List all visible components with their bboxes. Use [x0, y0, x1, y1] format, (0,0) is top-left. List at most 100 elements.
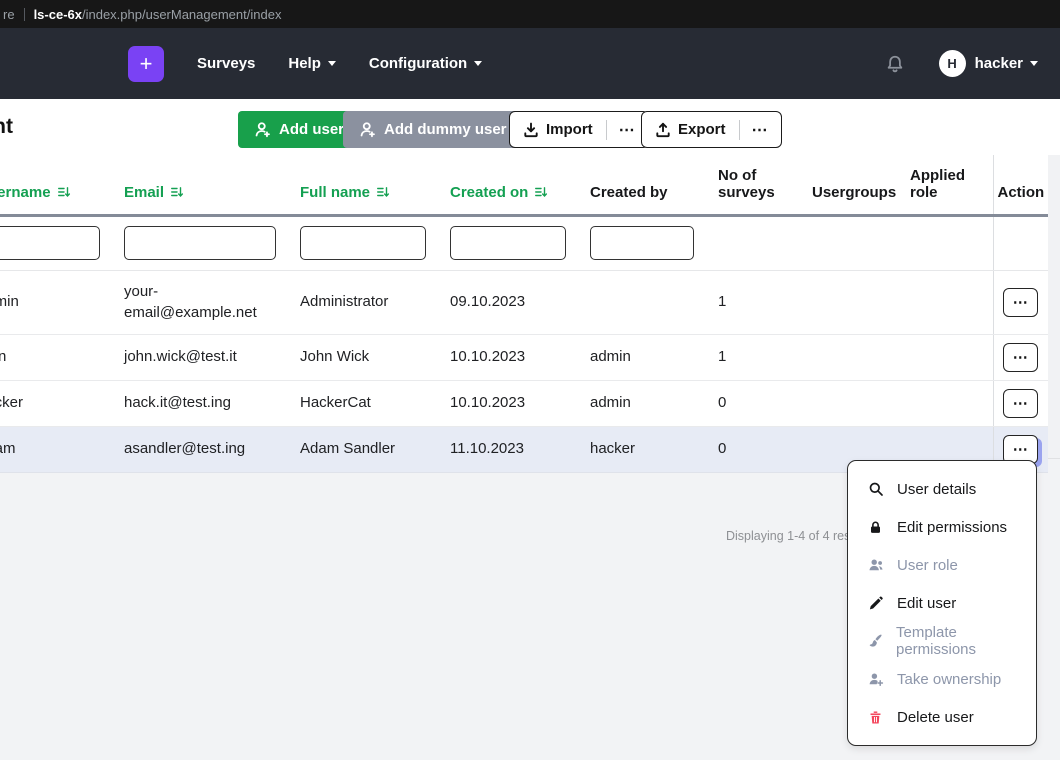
cell-usergroups [800, 270, 898, 335]
cell-email: your-email@example.net [112, 270, 288, 335]
cell-created-by: admin [578, 380, 706, 427]
cell-applied-role [898, 380, 993, 427]
user-menu[interactable]: hacker [975, 55, 1038, 72]
table-row[interactable]: admin your-email@example.net Administrat… [0, 270, 1048, 335]
cell-full-name: Adam Sandler [288, 426, 438, 473]
chevron-down-icon [474, 61, 483, 66]
import-button[interactable]: Import [510, 112, 606, 147]
cell-username: adam [0, 426, 112, 473]
filter-full-name-input[interactable] [300, 226, 426, 260]
cell-username: hacker [0, 380, 112, 427]
add-dummy-user-button[interactable]: Add dummy user [343, 111, 523, 148]
cell-full-name: John Wick [288, 334, 438, 381]
cell-usergroups [800, 334, 898, 381]
cell-applied-role [898, 270, 993, 335]
notifications-bell-icon[interactable] [885, 54, 905, 74]
titlebar-path: /index.php/userManagement/index [81, 6, 282, 22]
upload-icon [656, 122, 670, 137]
cell-username: admin [0, 270, 112, 335]
column-header-surveys: No of surveys [706, 155, 800, 217]
chevron-down-icon [327, 61, 336, 66]
table-filter-row [0, 215, 1048, 271]
column-header-username[interactable]: Username [0, 155, 112, 217]
main-navbar: + Surveys Help Configuration H hacker [0, 28, 1060, 99]
cell-created-on: 09.10.2023 [438, 270, 578, 335]
search-icon [867, 481, 884, 497]
create-survey-button[interactable]: + [128, 45, 164, 82]
menu-item-edit-permissions[interactable]: Edit permissions [848, 508, 1036, 546]
page-title: User management [0, 115, 13, 138]
nav-surveys[interactable]: Surveys [197, 55, 255, 72]
brush-icon [867, 633, 883, 649]
row-actions-button[interactable]: ⋯ [1003, 288, 1039, 317]
cell-created-on: 10.10.2023 [438, 334, 578, 381]
row-actions-button[interactable]: ⋯ [1003, 343, 1039, 372]
column-header-applied-role: Applied role [898, 155, 993, 217]
person-add-icon [360, 122, 375, 138]
users-table: Username Email Full name Created on Crea… [0, 155, 1048, 473]
column-header-created-by: Created by [578, 155, 706, 217]
filter-email-input[interactable] [124, 226, 276, 260]
filter-username-input[interactable] [0, 226, 100, 260]
menu-item-edit-user[interactable]: Edit user [848, 584, 1036, 622]
row-actions-menu: User details Edit permissions User role … [847, 460, 1037, 746]
table-header-row: Username Email Full name Created on Crea… [0, 155, 1048, 217]
cell-full-name: Administrator [288, 270, 438, 335]
titlebar-host: ls-ce-6x [33, 6, 82, 22]
nav-configuration[interactable]: Configuration [369, 55, 483, 72]
menu-item-user-role[interactable]: User role [848, 546, 1036, 584]
cell-email: john.wick@test.it [112, 334, 288, 381]
trash-icon [867, 710, 884, 725]
export-split-button: Export ⋯ [641, 111, 782, 148]
sort-icon [171, 187, 184, 197]
cell-surveys: 0 [706, 426, 800, 473]
sort-icon [57, 187, 70, 197]
column-header-email[interactable]: Email [112, 155, 288, 217]
filter-created-by-input[interactable] [590, 226, 694, 260]
cell-applied-role [898, 334, 993, 381]
avatar[interactable]: H [938, 50, 966, 77]
import-split-button: Import ⋯ [509, 111, 649, 148]
sort-icon [535, 187, 548, 197]
user-role-icon [867, 557, 884, 573]
cell-usergroups [800, 380, 898, 427]
pencil-icon [867, 595, 884, 611]
table-row[interactable]: hacker hack.it@test.ing HackerCat 10.10.… [0, 380, 1048, 427]
menu-item-user-details[interactable]: User details [848, 470, 1036, 508]
filter-created-on-input[interactable] [450, 226, 566, 260]
cell-surveys: 1 [706, 270, 800, 335]
cell-surveys: 1 [706, 334, 800, 381]
export-button[interactable]: Export [642, 112, 739, 147]
user-plus-icon [867, 671, 884, 687]
cell-username: john [0, 334, 112, 381]
nav-help[interactable]: Help [288, 55, 336, 72]
cell-created-by: hacker [578, 426, 706, 473]
export-more-button[interactable]: ⋯ [740, 120, 781, 140]
cell-created-by [578, 270, 706, 335]
person-add-icon [255, 122, 270, 138]
cell-created-by: admin [578, 334, 706, 381]
cell-email: hack.it@test.ing [112, 380, 288, 427]
chevron-down-icon [1030, 61, 1038, 66]
menu-item-template-permissions[interactable]: Template permissions [848, 622, 1036, 660]
cell-email: asandler@test.ing [112, 426, 288, 473]
lock-icon [867, 520, 884, 535]
column-header-usergroups: Usergroups [800, 155, 898, 217]
table-row[interactable]: john john.wick@test.it John Wick 10.10.2… [0, 334, 1048, 381]
table-right-gutter [1048, 155, 1060, 458]
row-actions-button[interactable]: ⋯ [1003, 389, 1039, 418]
menu-item-take-ownership[interactable]: Take ownership [848, 660, 1036, 698]
cell-created-on: 10.10.2023 [438, 380, 578, 427]
sort-icon [377, 187, 390, 197]
cell-created-on: 11.10.2023 [438, 426, 578, 473]
titlebar-prefix: re [3, 6, 15, 22]
menu-item-delete-user[interactable]: Delete user [848, 698, 1036, 736]
titlebar-divider [23, 7, 25, 21]
column-header-action: Action [992, 155, 1048, 217]
download-icon [524, 122, 538, 137]
column-header-full-name[interactable]: Full name [288, 155, 438, 217]
cell-full-name: HackerCat [288, 380, 438, 427]
column-header-created-on[interactable]: Created on [438, 155, 578, 217]
window-titlebar: re ls-ce-6x /index.php/userManagement/in… [0, 0, 1060, 28]
add-user-button[interactable]: Add user [238, 111, 361, 148]
